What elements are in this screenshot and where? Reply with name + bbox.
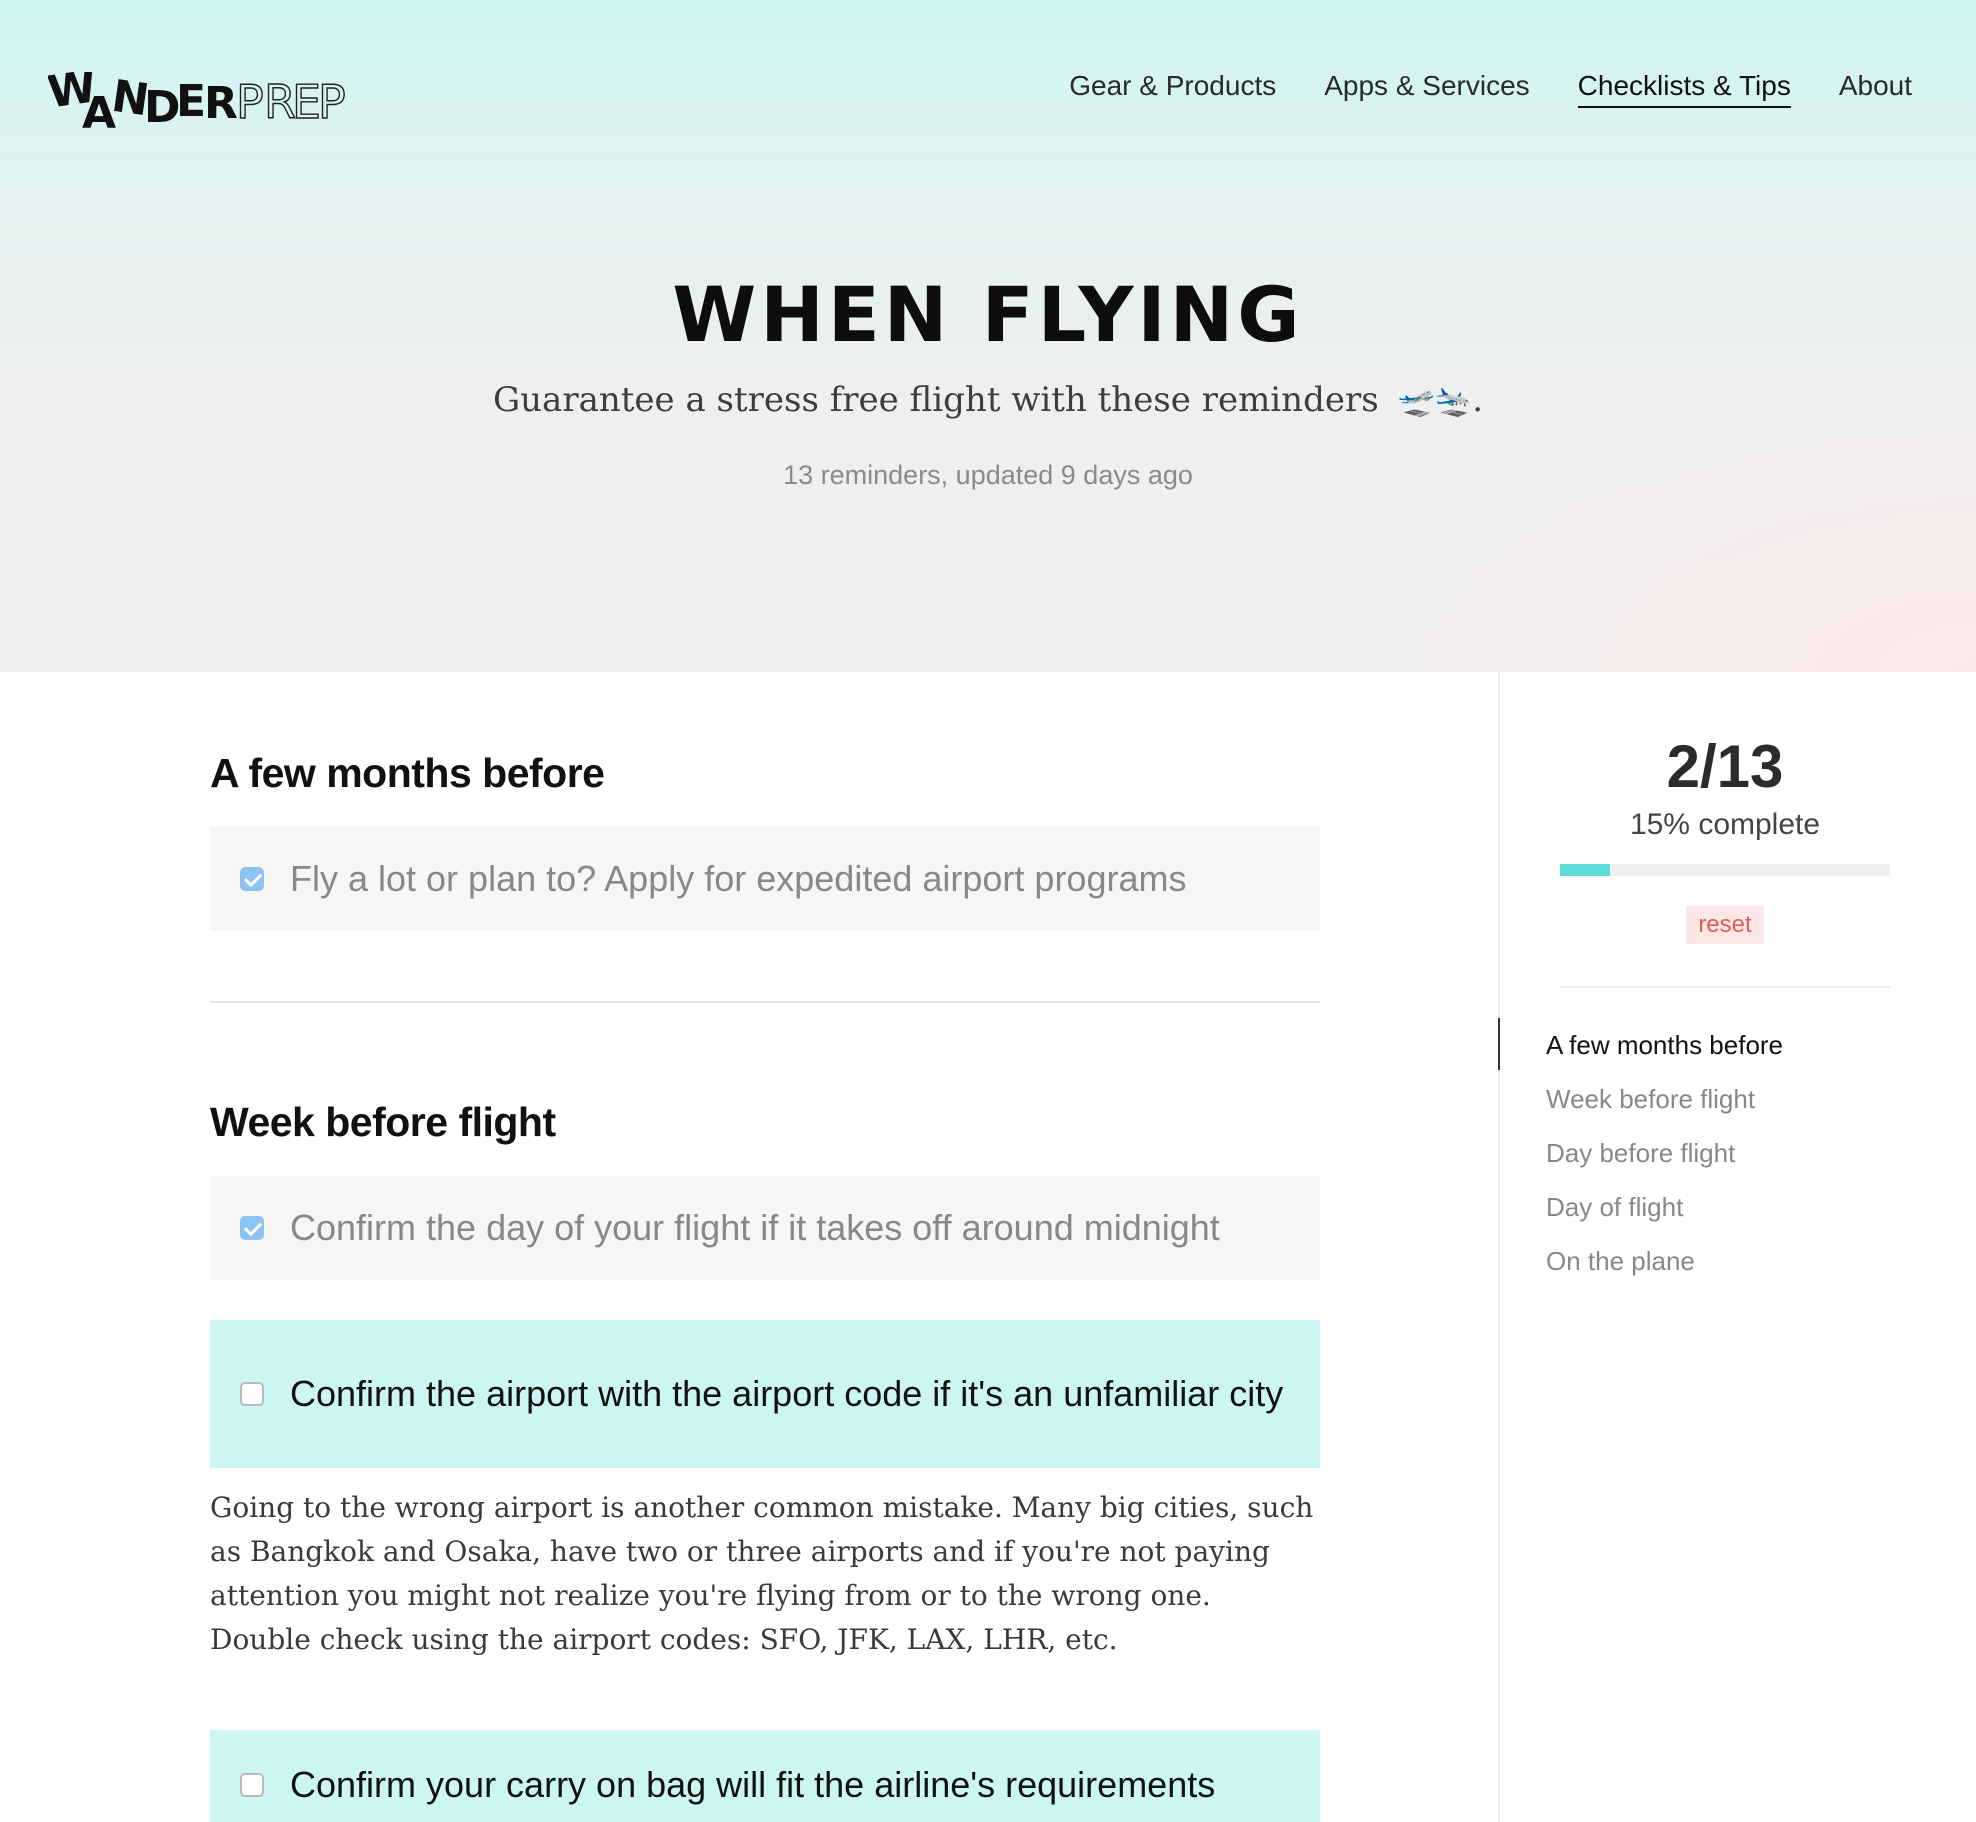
hero-header: W A N D E R P R E P Gear & Products Apps… (0, 0, 1976, 672)
checklist-item-label: Fly a lot or plan to? Apply for expedite… (290, 858, 1187, 899)
progress-sidebar: 2/13 15% complete reset A few months bef… (1498, 672, 1976, 1822)
checkbox-unchecked[interactable] (240, 1773, 264, 1797)
nav-apps-services[interactable]: Apps & Services (1324, 70, 1529, 108)
main-nav: Gear & Products Apps & Services Checklis… (1069, 70, 1912, 108)
section-title: A few months before (210, 750, 605, 796)
checklist-item-expanded[interactable]: Confirm your carry on bag will fit the a… (210, 1730, 1320, 1822)
checklist-item[interactable]: Confirm the day of your flight if it tak… (210, 1176, 1320, 1280)
sidebar-rule (1560, 986, 1890, 988)
nav-about[interactable]: About (1839, 70, 1912, 108)
progress-percent: 15% complete (1629, 808, 1821, 841)
subtitle-text: Guarantee a stress free flight with thes… (492, 380, 1379, 420)
checkbox-unchecked[interactable] (240, 1382, 264, 1406)
section-divider (210, 1001, 1320, 1003)
checklist-item-label: Confirm the day of your flight if it tak… (290, 1207, 1220, 1248)
logo-letter: P (236, 75, 264, 129)
section-title: Week before flight (210, 1099, 556, 1145)
logo-wordmark: W A N D E R P R E P (48, 72, 346, 132)
progress-count: 2/13 (1666, 733, 1784, 800)
progress-bar (1560, 864, 1890, 876)
toc-item-week-before-flight[interactable]: Week before flight (1546, 1084, 1783, 1138)
checkbox-checked[interactable] (240, 867, 264, 891)
checklist-meta: 13 reminders, updated 9 days ago (783, 460, 1193, 490)
reset-button[interactable]: reset (1686, 906, 1764, 944)
nav-gear-products[interactable]: Gear & Products (1069, 70, 1276, 108)
subtitle-end: . (1472, 380, 1484, 420)
checklist-item[interactable]: Fly a lot or plan to? Apply for expedite… (210, 827, 1320, 931)
logo-letter: P (318, 75, 346, 129)
page-title: WHEN FLYING (672, 270, 1304, 359)
checklist-main: A few months before Fly a lot or plan to… (210, 672, 1320, 1822)
nav-checklists-tips[interactable]: Checklists & Tips (1577, 70, 1791, 108)
section-week-before-flight: Week before flight Confirm the day of yo… (210, 1099, 1320, 1822)
checklist-item-label: Confirm your carry on bag will fit the a… (290, 1764, 1216, 1805)
checklist-item-expanded[interactable]: Confirm the airport with the airport cod… (210, 1320, 1320, 1468)
toc-item-on-the-plane[interactable]: On the plane (1546, 1246, 1783, 1300)
checklist-item-description: Going to the wrong airport is another co… (210, 1491, 1314, 1656)
plane-emoji-icon: 🛫🛬 (1397, 384, 1473, 419)
toc-item-day-of-flight[interactable]: Day of flight (1546, 1192, 1783, 1246)
logo-letter: R (204, 78, 238, 129)
checklist-item-label: Confirm the airport with the airport cod… (290, 1373, 1284, 1414)
section-toc: A few months before Week before flight D… (1546, 1030, 1783, 1300)
progress-bar-fill (1560, 864, 1610, 876)
toc-active-marker (1498, 1018, 1500, 1070)
toc-item-few-months-before[interactable]: A few months before (1546, 1030, 1783, 1084)
site-logo[interactable]: W A N D E R P R E P (48, 52, 348, 132)
checkbox-checked[interactable] (240, 1216, 264, 1240)
logo-letter: E (292, 75, 321, 129)
logo-letter: E (176, 76, 206, 127)
toc-item-day-before-flight[interactable]: Day before flight (1546, 1138, 1783, 1192)
page-subtitle: Guarantee a stress free flight with thes… (0, 380, 1976, 420)
section-few-months-before: A few months before Fly a lot or plan to… (210, 750, 1320, 931)
